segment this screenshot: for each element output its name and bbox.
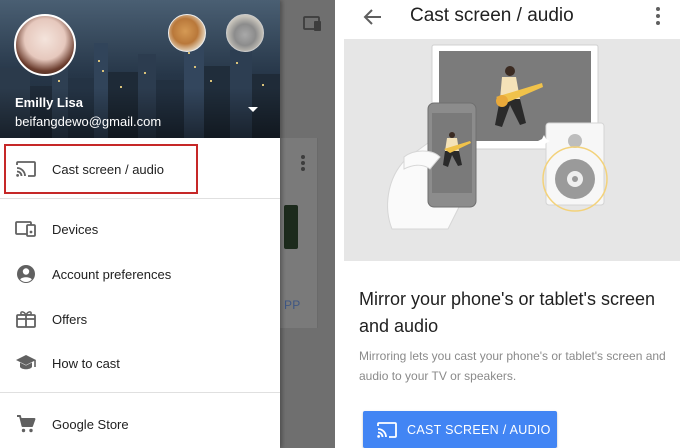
gift-icon <box>0 310 52 328</box>
drawer-item-label: Offers <box>52 311 88 327</box>
dimmed-thumbnail <box>284 205 298 249</box>
devices-icon <box>0 221 52 237</box>
cast-screen-audio-button[interactable]: CAST SCREEN / AUDIO <box>363 411 557 448</box>
navigation-drawer: Emilly Lisa beifangdewo@gmail.com Cast s… <box>0 0 280 448</box>
secondary-account-avatar[interactable] <box>168 14 206 52</box>
user-avatar[interactable] <box>14 14 76 76</box>
user-name: Emilly Lisa <box>15 95 83 110</box>
drawer-item-label: Devices <box>52 221 99 237</box>
app-toolbar: Cast screen / audio <box>344 0 680 38</box>
mirror-description: Mirroring lets you cast your phone's or … <box>359 349 666 383</box>
mirror-heading: Mirror your phone's or tablet's screen a… <box>359 289 655 336</box>
back-arrow-icon[interactable] <box>362 6 384 28</box>
drawer-item-account-preferences[interactable]: Account preferences <box>0 252 280 296</box>
school-icon <box>0 354 52 372</box>
drawer-item-label: Account preferences <box>52 266 172 282</box>
cart-icon <box>0 415 52 433</box>
user-email: beifangdewo@gmail.com <box>15 114 162 129</box>
drawer-divider <box>0 392 280 393</box>
tertiary-account-avatar[interactable] <box>226 14 264 52</box>
drawer-item-label: How to cast <box>52 355 120 371</box>
drawer-divider <box>0 198 280 199</box>
account-circle-icon <box>0 264 52 284</box>
dimmed-more-icon <box>301 155 305 171</box>
drawer-item-google-store[interactable]: Google Store <box>0 402 280 446</box>
drawer-item-how-to-cast[interactable]: How to cast <box>0 341 280 385</box>
hero-illustration <box>344 39 680 261</box>
left-screen: PP Emilly Lisa beifangdewo@gmail.com Cas… <box>0 0 335 448</box>
cast-button-label: CAST SCREEN / AUDIO <box>407 422 551 437</box>
cast-icon <box>377 421 397 438</box>
dimmed-devices-icon <box>303 16 321 31</box>
dimmed-link-text: PP <box>284 298 301 312</box>
account-dropdown-icon[interactable] <box>246 104 260 114</box>
more-options-icon[interactable] <box>650 5 666 27</box>
drawer-header: Emilly Lisa beifangdewo@gmail.com <box>0 0 280 138</box>
drawer-item-label: Google Store <box>52 416 129 432</box>
cast-screen-page: Cast screen / audio Mirror your phone's … <box>344 0 680 448</box>
drawer-item-devices[interactable]: Devices <box>0 207 280 251</box>
highlight-box <box>4 144 198 194</box>
page-title: Cast screen / audio <box>410 5 574 26</box>
drawer-item-offers[interactable]: Offers <box>0 297 280 341</box>
